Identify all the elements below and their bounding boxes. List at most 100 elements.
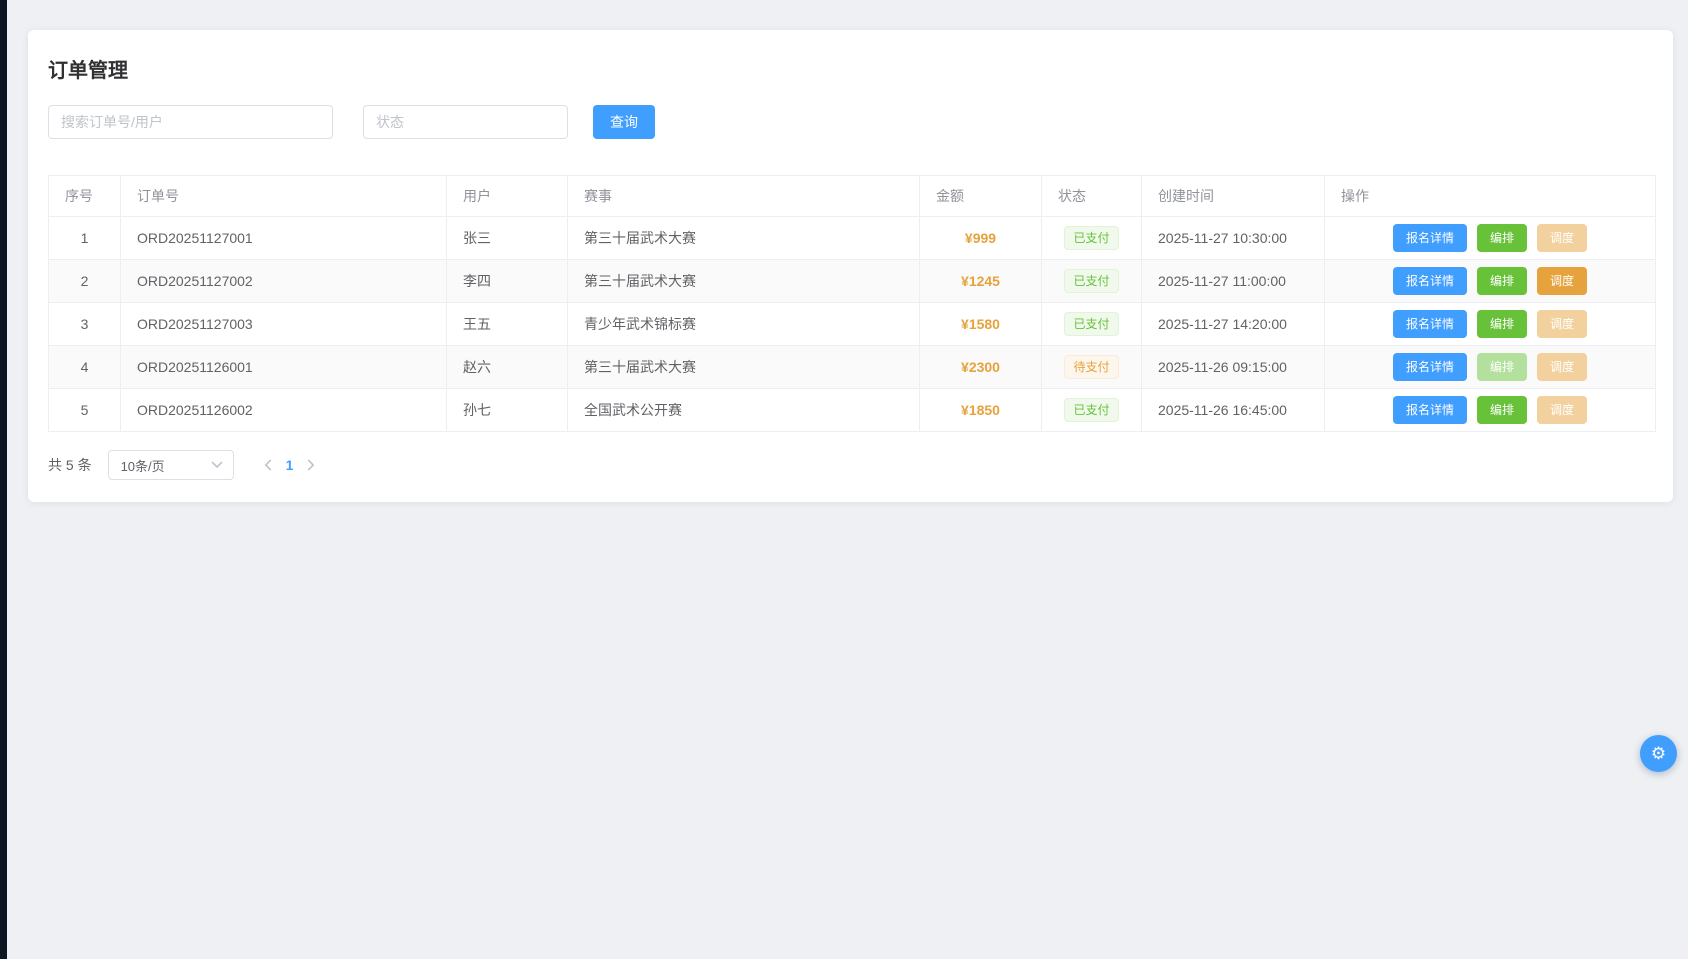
arrange-button[interactable]: 编排 [1477, 267, 1527, 295]
table-row: 2ORD20251127002李四第三十届武术大赛 ¥1245 已支付 2025-11… [49, 260, 1656, 303]
actions-cell: 报名详情编排调度 [1325, 217, 1656, 260]
user-cell: 赵六 [447, 346, 568, 389]
amount-value: ¥1850 [961, 402, 1000, 418]
detail-button[interactable]: 报名详情 [1393, 396, 1467, 424]
dispatch-button[interactable]: 调度 [1537, 224, 1587, 252]
column-header-status: 状态 [1042, 176, 1142, 217]
event-cell: 青少年武术锦标赛 [568, 303, 920, 346]
user-cell: 孙七 [447, 389, 568, 432]
order-management-card: 订单管理 查询 序号 订单号 用户 赛事 金额 状态 创建时间 操作 1ORD2… [28, 30, 1673, 502]
table-row: 4ORD20251126001赵六第三十届武术大赛 ¥2300 待支付 2025-11… [49, 346, 1656, 389]
row-actions: 报名详情编排调度 [1341, 353, 1639, 381]
page-title: 订单管理 [48, 54, 1653, 83]
detail-button[interactable]: 报名详情 [1393, 224, 1467, 252]
page-size-select[interactable]: 10条/页 [108, 450, 234, 480]
column-header-amount: 金额 [920, 176, 1042, 217]
actions-cell: 报名详情编排调度 [1325, 346, 1656, 389]
chevron-down-icon [211, 461, 223, 469]
status-cell: 待支付 [1042, 346, 1142, 389]
settings-fab-button[interactable]: ⚙ [1640, 735, 1677, 772]
query-button[interactable]: 查询 [593, 105, 655, 139]
dispatch-button[interactable]: 调度 [1537, 267, 1587, 295]
detail-button[interactable]: 报名详情 [1393, 267, 1467, 295]
row-actions: 报名详情编排调度 [1341, 396, 1639, 424]
amount-cell: ¥1850 [920, 389, 1042, 432]
actions-cell: 报名详情编排调度 [1325, 260, 1656, 303]
user-cell: 张三 [447, 217, 568, 260]
arrange-button[interactable]: 编排 [1477, 224, 1527, 252]
order-no-cell: ORD20251127003 [121, 303, 447, 346]
amount-value: ¥2300 [961, 359, 1000, 375]
dispatch-button[interactable]: 调度 [1537, 310, 1587, 338]
status-badge: 已支付 [1064, 312, 1118, 336]
actions-cell: 报名详情编排调度 [1325, 303, 1656, 346]
row-index-cell: 1 [49, 217, 121, 260]
amount-value: ¥1245 [961, 273, 1000, 289]
pagination-bar: 共 5 条 10条/页 1 [48, 450, 1653, 480]
row-actions: 报名详情编排调度 [1341, 310, 1639, 338]
user-cell: 王五 [447, 303, 568, 346]
search-input[interactable] [48, 105, 333, 139]
column-header-created-time: 创建时间 [1142, 176, 1325, 217]
order-no-cell: ORD20251126002 [121, 389, 447, 432]
status-badge: 已支付 [1064, 269, 1118, 293]
status-cell: 已支付 [1042, 260, 1142, 303]
row-index-cell: 3 [49, 303, 121, 346]
created-time-cell: 2025-11-27 10:30:00 [1142, 217, 1325, 260]
created-time-cell: 2025-11-27 11:00:00 [1142, 260, 1325, 303]
status-cell: 已支付 [1042, 217, 1142, 260]
actions-cell: 报名详情编排调度 [1325, 389, 1656, 432]
page-size-value: 10条/页 [121, 456, 165, 475]
collapsed-dark-sidebar [0, 0, 7, 959]
amount-value: ¥1580 [961, 316, 1000, 332]
dispatch-button[interactable]: 调度 [1537, 353, 1587, 381]
row-index-cell: 2 [49, 260, 121, 303]
chevron-right-icon [307, 459, 315, 471]
total-count: 共 5 条 [48, 455, 92, 475]
status-badge: 已支付 [1064, 398, 1118, 422]
arrange-button[interactable]: 编排 [1477, 353, 1527, 381]
table-row: 1ORD20251127001张三第三十届武术大赛 ¥999 已支付 2025-11-… [49, 217, 1656, 260]
event-cell: 第三十届武术大赛 [568, 217, 920, 260]
row-index-cell: 5 [49, 389, 121, 432]
order-no-cell: ORD20251126001 [121, 346, 447, 389]
row-actions: 报名详情编排调度 [1341, 224, 1639, 252]
arrange-button[interactable]: 编排 [1477, 310, 1527, 338]
amount-cell: ¥2300 [920, 346, 1042, 389]
event-cell: 第三十届武术大赛 [568, 346, 920, 389]
row-actions: 报名详情编排调度 [1341, 267, 1639, 295]
dispatch-button[interactable]: 调度 [1537, 396, 1587, 424]
column-header-event: 赛事 [568, 176, 920, 217]
arrange-button[interactable]: 编排 [1477, 396, 1527, 424]
orders-table-body: 1ORD20251127001张三第三十届武术大赛¥999已支付2025-11-… [49, 217, 1656, 432]
detail-button[interactable]: 报名详情 [1393, 310, 1467, 338]
filter-bar: 查询 [48, 105, 1653, 139]
amount-cell: ¥999 [920, 217, 1042, 260]
status-cell: 已支付 [1042, 303, 1142, 346]
status-badge: 已支付 [1064, 226, 1118, 250]
gear-icon: ⚙ [1651, 745, 1666, 762]
detail-button[interactable]: 报名详情 [1393, 353, 1467, 381]
status-badge: 待支付 [1064, 355, 1118, 379]
row-index-cell: 4 [49, 346, 121, 389]
page-number-1[interactable]: 1 [286, 457, 294, 473]
user-cell: 李四 [447, 260, 568, 303]
table-row: 3ORD20251127003王五青少年武术锦标赛¥1580已支付2025-11… [49, 303, 1656, 346]
created-time-cell: 2025-11-26 16:45:00 [1142, 389, 1325, 432]
order-no-cell: ORD20251127001 [121, 217, 447, 260]
next-page-button[interactable] [301, 459, 321, 471]
column-header-order-no: 订单号 [121, 176, 447, 217]
amount-cell: ¥1580 [920, 303, 1042, 346]
table-row: 5ORD20251126002孙七全国武术公开赛¥1850已支付2025-11-… [49, 389, 1656, 432]
orders-table: 序号 订单号 用户 赛事 金额 状态 创建时间 操作 1ORD202511270… [48, 175, 1656, 432]
column-header-index: 序号 [49, 176, 121, 217]
table-header-row: 序号 订单号 用户 赛事 金额 状态 创建时间 操作 [49, 176, 1656, 217]
created-time-cell: 2025-11-26 09:15:00 [1142, 346, 1325, 389]
order-no-cell: ORD20251127002 [121, 260, 447, 303]
event-cell: 第三十届武术大赛 [568, 260, 920, 303]
status-cell: 已支付 [1042, 389, 1142, 432]
amount-cell: ¥1245 [920, 260, 1042, 303]
prev-page-button[interactable] [258, 459, 278, 471]
status-filter-input[interactable] [363, 105, 568, 139]
amount-value: ¥999 [965, 230, 996, 246]
